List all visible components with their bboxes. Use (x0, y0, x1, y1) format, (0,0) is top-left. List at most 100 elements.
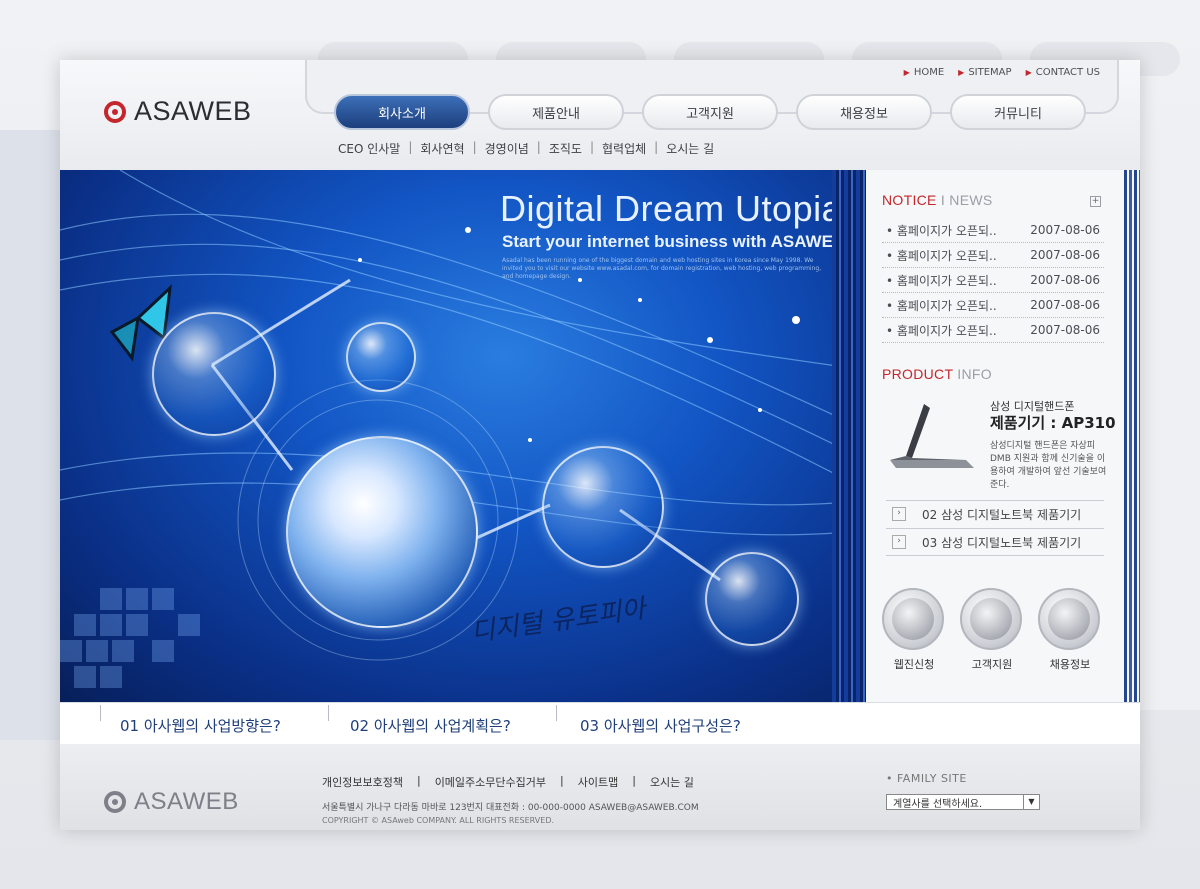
footer-links: 개인정보보호정책 | 이메일주소무단수집거부 | 사이트맵 | 오시는 길 (322, 774, 694, 790)
family-select-value: 계열사를 선택하세요. (893, 798, 983, 810)
chevron-down-icon: ▼ (1023, 795, 1039, 809)
tree-sphere (346, 322, 416, 392)
notice-list: • 홈페이지가 오픈되.. 2007-08-06 • 홈페이지가 오픈되.. 200… (882, 218, 1104, 343)
util-link-sitemap[interactable]: ▶ SITEMAP (958, 67, 1011, 78)
ghost-banner-edge (0, 130, 60, 740)
nav-products[interactable]: 제품안내 (488, 94, 624, 130)
notice-tab[interactable]: NOTICE (882, 192, 937, 208)
main-banner: Digital Dream Utopia Start your internet… (60, 170, 866, 702)
privacy-link[interactable]: 개인정보보호정책 (322, 774, 403, 790)
nav-community[interactable]: 커뮤니티 (950, 94, 1086, 130)
business-links: 01 아사웹의 사업방향은? 02 아사웹의 사업계획은? 03 아사웹의 사업… (60, 702, 1140, 745)
util-link-home[interactable]: ▶ HOME (904, 67, 945, 78)
quick-support[interactable]: 고객지원 (960, 588, 1024, 672)
nav-careers[interactable]: 채용정보 (796, 94, 932, 130)
pixel-tile (152, 640, 174, 662)
notice-item[interactable]: • 홈페이지가 오픈되.. 2007-08-06 (882, 268, 1104, 293)
separator: | (589, 140, 594, 154)
subnav-philosophy[interactable]: 경영이념 (485, 140, 529, 157)
product-title-red: PRODUCT (882, 366, 954, 382)
nav-company[interactable]: 회사소개 (334, 94, 470, 130)
product-link-label: 02 삼성 디지털노트북 제품기기 (922, 507, 1082, 522)
sitemap-link[interactable]: 사이트맵 (578, 774, 618, 790)
divider (556, 705, 557, 721)
product-model: 제품기기 : AP310 (990, 414, 1116, 432)
right-stripes (1124, 170, 1140, 702)
webzine-icon (882, 588, 944, 650)
family-site-label: • FAMILY SITE (886, 772, 967, 785)
util-link-contact[interactable]: ▶ CONTACT US (1026, 67, 1100, 78)
nav-support[interactable]: 고객지원 (642, 94, 778, 130)
pixel-tile (112, 640, 134, 662)
product-title: PRODUCT INFO (882, 366, 992, 382)
notice-item[interactable]: • 홈페이지가 오픈되.. 2007-08-06 (882, 293, 1104, 318)
notice-item-text: • 홈페이지가 오픈되.. (886, 273, 997, 288)
subnav-location[interactable]: 오시는 길 (666, 140, 714, 157)
pixel-tile (178, 614, 200, 636)
quick-label: 웹진신청 (893, 658, 935, 671)
notice-item[interactable]: • 홈페이지가 오픈되.. 2007-08-06 (882, 318, 1104, 343)
right-column: NOTICE I NEWS + • 홈페이지가 오픈되.. 2007-08-06 … (866, 170, 1140, 702)
laptop-product-image[interactable] (886, 400, 976, 480)
site-logo[interactable]: ASAWEB (104, 96, 252, 127)
pixel-tile (100, 614, 122, 636)
util-link-label: HOME (913, 67, 945, 78)
quick-label: 채용정보 (1049, 658, 1091, 671)
pixel-tile (100, 666, 122, 688)
sprout-sphere (705, 552, 799, 646)
header: ASAWEB ▶ HOME ▶ SITEMAP ▶ CONTACT US 회사소개 제… (60, 60, 1140, 170)
separator: | (560, 774, 564, 787)
logo-text: ASAWEB (134, 96, 252, 126)
flower-sphere (152, 312, 276, 436)
quick-webzine[interactable]: 웹진신청 (882, 588, 946, 672)
util-link-label: CONTACT US (1035, 67, 1100, 78)
separator: | (416, 774, 421, 787)
pixel-tile (74, 666, 96, 688)
notice-item[interactable]: • 홈페이지가 오픈되.. 2007-08-06 (882, 243, 1104, 268)
notice-item-text: • 홈페이지가 오픈되.. (886, 223, 997, 238)
family-site-select[interactable]: 계열사를 선택하세요. ▼ (886, 794, 1040, 810)
subnav-partners[interactable]: 협력업체 (602, 140, 646, 157)
location-link[interactable]: 오시는 길 (650, 774, 694, 790)
separator: | (536, 140, 541, 154)
product-link[interactable]: › 02 삼성 디지털노트북 제품기기 (886, 500, 1104, 527)
separator: | (654, 140, 659, 154)
globe-sphere (286, 436, 478, 628)
more-plus-icon[interactable]: + (1090, 196, 1101, 207)
news-tab[interactable]: I NEWS (941, 192, 993, 208)
business-plan-link[interactable]: 02 아사웹의 사업계획은? (350, 715, 511, 736)
quick-label: 고객지원 (971, 658, 1013, 671)
arrow-icon: ▶ (903, 68, 910, 77)
business-structure-link[interactable]: 03 아사웹의 사업구성은? (580, 715, 741, 736)
support-icon (960, 588, 1022, 650)
notice-item[interactable]: • 홈페이지가 오픈되.. 2007-08-06 (882, 218, 1104, 243)
divider (328, 705, 329, 721)
notice-item-date: 2007-08-06 (1030, 223, 1100, 237)
pixel-tile (152, 588, 174, 610)
product-link-label: 03 삼성 디지털노트북 제품기기 (922, 535, 1082, 550)
pixel-tile (74, 614, 96, 636)
banner-stripes (832, 170, 866, 702)
subnav-ceo[interactable]: CEO 인사말 (338, 140, 400, 157)
pixel-tile (126, 588, 148, 610)
business-direction-link[interactable]: 01 아사웹의 사업방향은? (120, 715, 281, 736)
footer-address: 서울특별시 가나구 다라동 마바로 123번지 대표전화 : 00-000-00… (322, 803, 699, 813)
pixel-tile (60, 640, 82, 662)
chevron-right-icon: › (892, 535, 906, 549)
banner-subtitle: Start your internet business with ASAWEB (502, 232, 846, 251)
quick-careers[interactable]: 채용정보 (1038, 588, 1102, 672)
subnav-history[interactable]: 회사연혁 (420, 140, 464, 157)
notice-item-text: • 홈페이지가 오픈되.. (886, 298, 997, 313)
sub-nav: CEO 인사말 | 회사연혁 | 경영이념 | 조직도 | 협력업체 | 오시는 길 (338, 140, 714, 157)
separator: | (632, 774, 636, 787)
notice-item-text: • 홈페이지가 오픈되.. (886, 323, 997, 338)
separator: | (408, 140, 413, 154)
subnav-org[interactable]: 조직도 (549, 140, 582, 157)
product-description: 삼성디지털 핸드폰은 자상피DMB 지원과 함께 신기술을 이용하여 개발하여 … (990, 441, 1107, 490)
footer-logo[interactable]: ASAWEB (104, 788, 239, 816)
product-title-gray: INFO (957, 366, 992, 382)
notice-item-date: 2007-08-06 (1030, 298, 1100, 312)
careers-icon (1038, 588, 1100, 650)
product-link[interactable]: › 03 삼성 디지털노트북 제품기기 (886, 528, 1104, 556)
email-policy-link[interactable]: 이메일주소무단수집거부 (435, 774, 546, 790)
